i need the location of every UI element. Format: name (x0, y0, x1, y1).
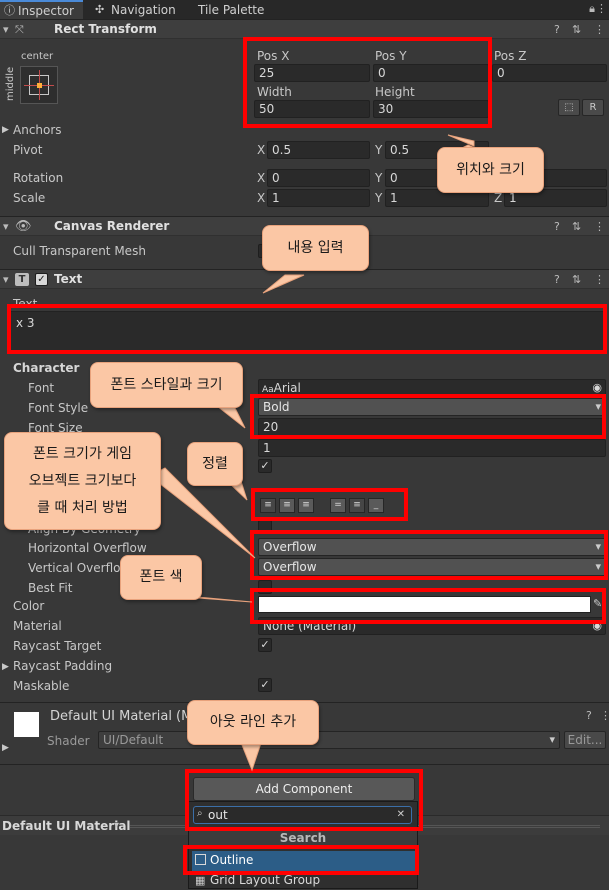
callout-content-input: 내용 입력 (262, 225, 369, 271)
callout-font-color: 폰트 색 (120, 555, 202, 600)
callout-overflow-handling: 폰트 크기가 게임 오브젝트 크기보다 클 때 처리 방법 (4, 432, 161, 530)
callout-position-size: 위치와 크기 (437, 147, 544, 193)
callout-alignment: 정렬 (187, 442, 243, 486)
callout-add-outline: 아웃 라인 추가 (187, 700, 319, 745)
callout-font-style-size: 폰트 스타일과 크기 (90, 362, 243, 408)
